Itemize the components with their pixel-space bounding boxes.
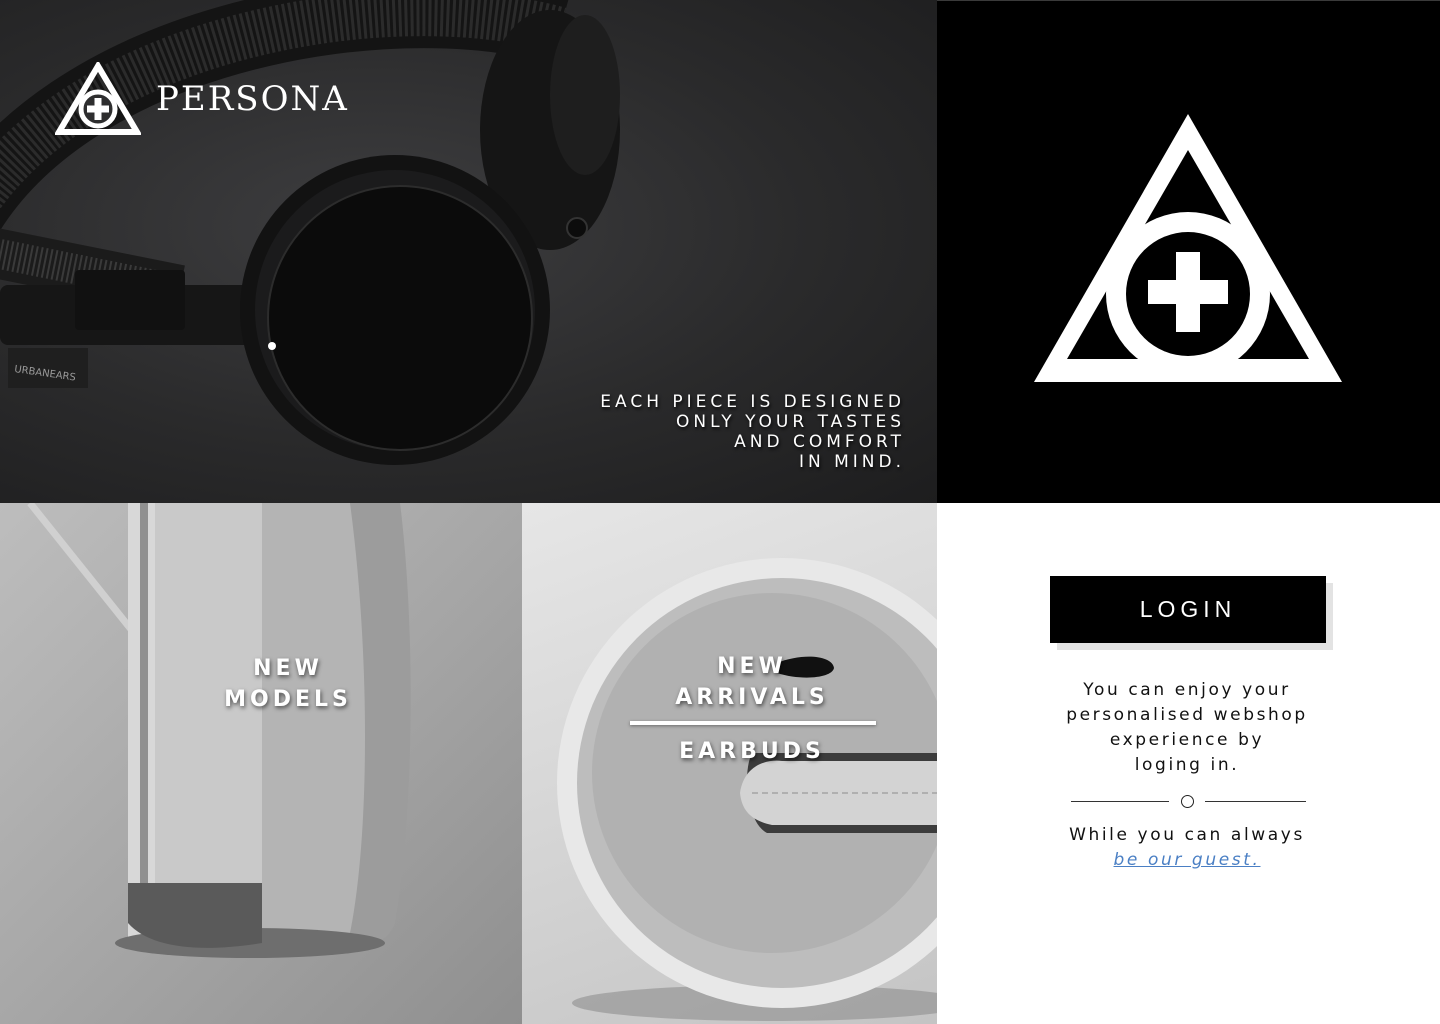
new-models-panel[interactable]: NEW MODELS <box>0 503 522 1024</box>
guest-prompt: While you can always be our guest. <box>1037 823 1337 873</box>
new-arrivals-link[interactable]: NEW ARRIVALS <box>662 651 842 713</box>
headphone-closeup-image <box>27 503 411 958</box>
login-panel: LOGIN You can enjoy your personalised we… <box>937 503 1440 1024</box>
login-description-line: loging in. <box>1134 755 1240 775</box>
new-models-line: NEW <box>253 656 323 681</box>
login-description: You can enjoy your personalised webshop … <box>1037 678 1337 778</box>
guest-link[interactable]: be our guest. <box>1114 848 1261 873</box>
brand-name: PERSONA <box>156 79 349 119</box>
separator-line-right <box>1205 801 1306 802</box>
new-arrivals-line: NEW <box>717 654 787 679</box>
new-models-line: MODELS <box>224 687 352 712</box>
login-description-line: You can enjoy your <box>1083 680 1291 700</box>
brand-logo[interactable]: PERSONA <box>55 62 349 136</box>
tagline-line: ONLY YOUR TASTES <box>676 412 905 432</box>
earbuds-link[interactable]: EARBUDS <box>662 736 842 767</box>
large-triangle-cross-logo-icon <box>1034 114 1342 382</box>
separator-circle-icon <box>1181 795 1194 808</box>
separator-line-left <box>1071 801 1169 802</box>
hero-tagline: EACH PIECE IS DESIGNED ONLY YOUR TASTES … <box>600 392 905 472</box>
new-models-link[interactable]: NEW MODELS <box>208 653 368 715</box>
triangle-cross-logo-icon <box>55 62 141 135</box>
logo-panel <box>937 0 1440 503</box>
login-description-line: personalised webshop <box>1066 705 1308 725</box>
tagline-line: AND COMFORT <box>734 432 905 452</box>
hero-panel: URBANEARS PERSONA EACH PIECE IS DESIGNED… <box>0 0 937 503</box>
login-button[interactable]: LOGIN <box>1050 576 1326 643</box>
earbuds-label: EARBUDS <box>679 739 825 764</box>
tagline-line: EACH PIECE IS DESIGNED <box>600 392 905 412</box>
new-arrivals-panel[interactable]: NEW ARRIVALS EARBUDS <box>522 503 937 1024</box>
arrivals-divider <box>630 721 876 725</box>
login-description-line: experience by <box>1109 730 1265 750</box>
new-arrivals-line: ARRIVALS <box>675 685 829 710</box>
tagline-line: IN MIND. <box>798 452 905 472</box>
guest-prefix: While you can always <box>1069 825 1305 845</box>
